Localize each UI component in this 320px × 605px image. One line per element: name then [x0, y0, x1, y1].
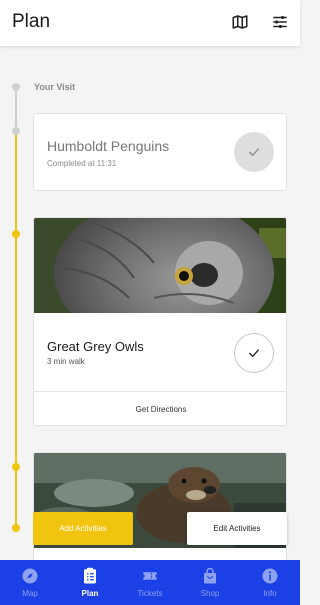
nav-label: Shop [200, 589, 220, 598]
timeline-dot [12, 83, 20, 91]
bottom-nav: Map Plan Tickets Shop Info [0, 560, 300, 605]
nav-item-map[interactable]: Map [0, 560, 60, 605]
page-title: Plan [12, 11, 51, 32]
bag-icon [201, 567, 219, 585]
visit-card-upcoming[interactable]: Great Grey Owls 3 min walk Get Direction… [33, 217, 287, 426]
app-header: Plan [0, 0, 300, 46]
checkmark-icon[interactable] [234, 132, 274, 172]
timeline-dot [12, 463, 20, 471]
edit-activities-button[interactable]: Edit Activities [187, 512, 287, 545]
visit-card-next[interactable] [33, 452, 287, 562]
timeline-line-past [15, 87, 17, 131]
info-icon [261, 567, 279, 585]
nav-label: Map [22, 589, 38, 598]
nav-label: Info [263, 589, 277, 598]
sliders-icon[interactable] [269, 11, 291, 33]
nav-item-tickets[interactable]: Tickets [120, 560, 180, 605]
timeline-dot [12, 230, 20, 238]
visit-status: 3 min walk [47, 357, 85, 366]
visit-name: Great Grey Owls [47, 339, 144, 354]
compass-icon [21, 567, 39, 585]
owl-photo [34, 218, 286, 313]
visit-card-completed[interactable]: Humboldt Penguins Completed at 11:31 [33, 113, 287, 191]
add-activities-button[interactable]: Add Activities [33, 512, 133, 545]
ticket-icon [141, 567, 159, 585]
nav-item-shop[interactable]: Shop [180, 560, 240, 605]
timeline-dot [12, 127, 20, 135]
clipboard-icon [81, 567, 99, 585]
nav-label: Plan [81, 589, 99, 598]
map-icon[interactable] [229, 11, 251, 33]
checkmark-icon[interactable] [234, 333, 274, 373]
timeline-dot [12, 524, 20, 532]
get-directions-button[interactable]: Get Directions [34, 392, 286, 425]
visit-name: Humboldt Penguins [47, 138, 170, 154]
nav-item-info[interactable]: Info [240, 560, 300, 605]
nav-label: Tickets [137, 589, 163, 598]
visit-status: Completed at 11:31 [47, 159, 117, 168]
nav-item-plan[interactable]: Plan [60, 560, 120, 605]
section-label: Your Visit [34, 82, 76, 92]
timeline-line-upcoming [15, 131, 17, 531]
